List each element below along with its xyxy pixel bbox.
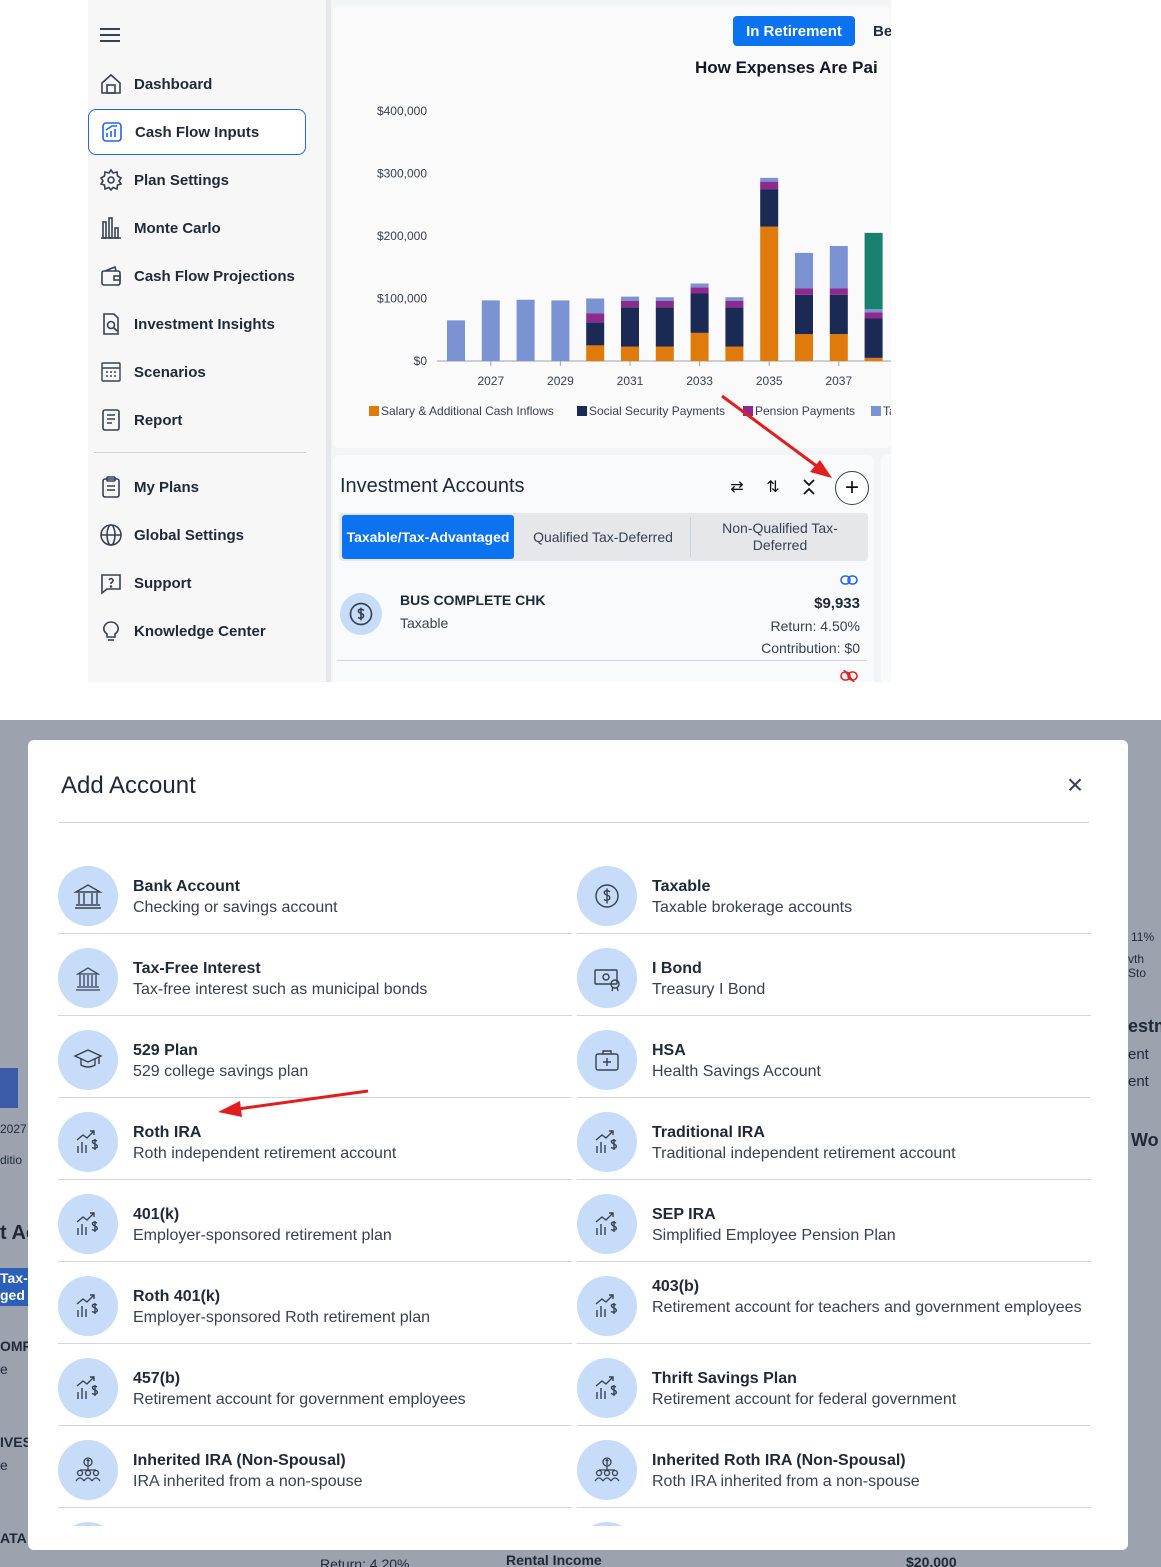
inheritance-icon [58, 1440, 118, 1500]
option-name: Taxable [652, 878, 711, 895]
bg-text: ATA [0, 1530, 27, 1546]
option-description: Tax-free interest such as municipal bond… [133, 981, 428, 998]
bg-text: 11% [1131, 930, 1155, 944]
bg-text: Wo [1131, 1130, 1159, 1150]
option-description: Retirement account for federal governmen… [652, 1391, 957, 1408]
option-name: SEP IRA [652, 1206, 716, 1223]
option-name: Inherited IRA (Non-Spousal) [133, 1452, 346, 1469]
growth-dollar-icon [58, 1112, 118, 1172]
medical-kit-icon [577, 1030, 637, 1090]
option-name: Traditional IRA [652, 1124, 765, 1141]
annotation-arrow-top [721, 394, 832, 478]
account-option-non-qualified-annuity[interactable]: Non-Qualified Annuity [577, 1520, 1091, 1526]
option-description: Taxable brokerage accounts [652, 899, 853, 916]
bg-text: Rental Income [506, 1552, 602, 1567]
account-option-tax-free-interest[interactable]: Tax-Free Interest Tax-free interest such … [58, 946, 572, 1016]
close-icon[interactable]: × [1063, 771, 1087, 799]
option-name: Roth IRA [133, 1124, 202, 1141]
growth-dollar-icon [577, 1112, 637, 1172]
account-option-bank-account[interactable]: Bank Account Checking or savings account [58, 864, 572, 934]
bond-certificate-icon [577, 948, 637, 1008]
modal-divider [59, 822, 1089, 823]
growth-dollar-icon [577, 1358, 637, 1418]
dollar-cycle-icon [577, 866, 637, 926]
account-option-roth-ira[interactable]: Roth IRA Roth independent retirement acco… [58, 1110, 572, 1180]
account-option-i-bond[interactable]: I Bond Treasury I Bond [577, 946, 1091, 1016]
government-building-icon [58, 948, 118, 1008]
app-window-top: Dashboard Cash Flow Inputs Plan Settings… [88, 0, 891, 682]
account-option-hsa[interactable]: HSA Health Savings Account [577, 1028, 1091, 1098]
option-name: Tax-Free Interest [133, 960, 261, 977]
option-description: Checking or savings account [133, 899, 338, 916]
bg-text: e [0, 1457, 8, 1473]
account-option-403-b[interactable]: 403(b) Retirement account for teachers an… [577, 1274, 1091, 1344]
option-name: Bank Account [133, 878, 240, 895]
bg-text: $20,000 [906, 1554, 957, 1567]
account-option-taxable[interactable]: Taxable Taxable brokerage accounts [577, 864, 1091, 934]
option-name: Roth 401(k) [133, 1288, 221, 1305]
bg-bar [0, 1068, 18, 1108]
option-description: Retirement account for government employ… [133, 1391, 466, 1408]
option-description: Retirement account for teachers and gove… [652, 1299, 1082, 1316]
option-name: 401(k) [133, 1206, 180, 1223]
bg-text: estm [1128, 1016, 1161, 1036]
bg-text: ent [1128, 1073, 1149, 1090]
modal-backdrop[interactable]: 11% vth Sto estm ent ent Wo 2027 ditio t… [0, 720, 1161, 1567]
bg-text: Return: 4.20% [320, 1556, 410, 1567]
modal-title: Add Account [61, 772, 196, 799]
bg-text: e [0, 1361, 8, 1377]
growth-dollar-icon [58, 1194, 118, 1254]
option-name: Inherited Roth IRA (Non-Spousal) [652, 1452, 906, 1469]
option-name: I Bond [652, 960, 702, 977]
option-description: Roth independent retirement account [133, 1145, 397, 1162]
account-option-traditional-ira[interactable]: Traditional IRA Traditional independent r… [577, 1110, 1091, 1180]
option-description: Simplified Employee Pension Plan [652, 1227, 896, 1244]
option-name: Thrift Savings Plan [652, 1370, 797, 1387]
account-option-inherited-roth-ira-non-spousal[interactable]: Inherited Roth IRA (Non-Spousal) Roth IRA… [577, 1438, 1091, 1508]
growth-dollar-icon [577, 1194, 637, 1254]
bg-text: ged [0, 1287, 25, 1303]
account-option-457-b[interactable]: 457(b) Retirement account for government … [58, 1356, 572, 1426]
account-option-sep-ira[interactable]: SEP IRA Simplified Employee Pension Plan [577, 1192, 1091, 1262]
account-options-list[interactable]: Bank Account Checking or savings account T… [28, 840, 1128, 1526]
graduation-cap-icon [58, 1030, 118, 1090]
option-description: Roth IRA inherited from a non-spouse [652, 1473, 920, 1490]
option-description: Health Savings Account [652, 1063, 821, 1080]
bg-text: ent [1128, 1046, 1149, 1063]
option-description: Traditional independent retirement accou… [652, 1145, 956, 1162]
bg-text: vth Sto [1128, 952, 1147, 980]
option-name: 403(b) [652, 1278, 700, 1295]
option-name: 529 Plan [133, 1042, 198, 1059]
option-description: 529 college savings plan [133, 1063, 309, 1080]
bg-text: Tax- [0, 1270, 28, 1286]
account-option-401-k[interactable]: 401(k) Employer-sponsored retirement plan [58, 1192, 572, 1262]
option-name: 457(b) [133, 1370, 181, 1387]
account-option-qualified-tax-deferred-annuity[interactable]: Qualified Tax-Deferred Annuity [58, 1520, 572, 1526]
growth-dollar-icon [577, 1522, 637, 1526]
inheritance-icon [577, 1440, 637, 1500]
growth-dollar-icon [58, 1276, 118, 1336]
option-description: Treasury I Bond [652, 981, 766, 998]
growth-dollar-icon [58, 1522, 118, 1526]
bg-text: 2027 [0, 1122, 27, 1136]
growth-dollar-icon [58, 1358, 118, 1418]
option-description: IRA inherited from a non-spouse [133, 1473, 363, 1490]
account-option-thrift-savings-plan[interactable]: Thrift Savings Plan Retirement account fo… [577, 1356, 1091, 1426]
option-description: Employer-sponsored retirement plan [133, 1227, 392, 1244]
option-description: Employer-sponsored Roth retirement plan [133, 1309, 431, 1326]
account-option-529-plan[interactable]: 529 Plan 529 college savings plan [58, 1028, 572, 1098]
option-name: HSA [652, 1042, 686, 1059]
account-option-inherited-ira-non-spousal[interactable]: Inherited IRA (Non-Spousal) IRA inherited… [58, 1438, 572, 1508]
account-option-roth-401-k[interactable]: Roth 401(k) Employer-sponsored Roth retir… [58, 1274, 572, 1344]
add-account-modal: Add Account × Bank Account Checking or sa… [28, 740, 1128, 1550]
bg-text: ditio [0, 1153, 23, 1167]
bank-icon [58, 866, 118, 926]
growth-dollar-icon [577, 1276, 637, 1336]
